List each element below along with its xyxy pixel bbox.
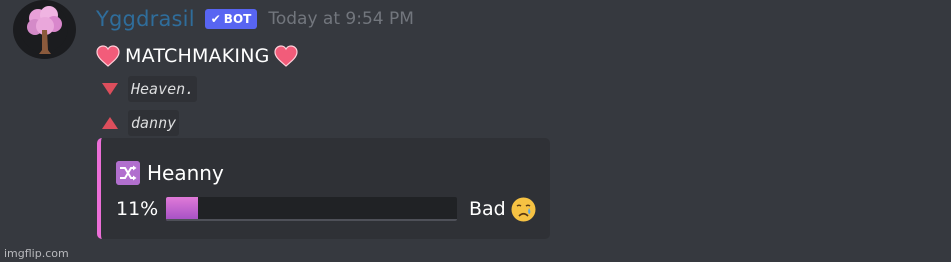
bot-badge-label: BOT: [223, 12, 252, 26]
compatibility-bar-track-line: [166, 219, 457, 221]
compatibility-bar-fill: [166, 197, 198, 221]
compatibility-percent: 11%: [116, 198, 159, 220]
compatibility-bar: [166, 197, 457, 221]
author-name[interactable]: Yggdrasil: [96, 7, 195, 31]
red-triangle-down-icon: [102, 83, 118, 95]
couple-name: Heanny: [147, 161, 224, 185]
message-header: Yggdrasil ✔ BOT Today at 9:54 PM: [96, 4, 414, 34]
embed-title: Heanny: [116, 161, 224, 185]
compatibility-row: 11% Bad: [116, 194, 537, 224]
author-avatar[interactable]: [13, 0, 76, 59]
heart-icon: [273, 45, 298, 67]
match-embed: Heanny 11% Bad: [97, 138, 550, 239]
bot-badge: ✔ BOT: [204, 9, 258, 29]
check-icon: ✔: [210, 12, 221, 26]
player-two-name: danny: [128, 110, 180, 136]
matchmaking-title: MATCHMAKING: [96, 42, 298, 70]
heart-icon: [96, 45, 120, 67]
compatibility-verdict: Bad: [469, 198, 506, 220]
red-triangle-up-icon: [102, 117, 118, 129]
shuffle-icon: [116, 161, 140, 185]
title-text: MATCHMAKING: [125, 45, 270, 67]
player-one-name: Heaven.: [128, 76, 198, 102]
message-timestamp[interactable]: Today at 9:54 PM: [268, 9, 414, 29]
crying-face-icon: [511, 197, 536, 221]
player-two-line: danny: [101, 108, 180, 138]
imgflip-watermark: imgflip.com: [4, 247, 69, 260]
pink-tree-avatar-icon: [20, 4, 68, 54]
player-one-line: Heaven.: [101, 74, 198, 104]
